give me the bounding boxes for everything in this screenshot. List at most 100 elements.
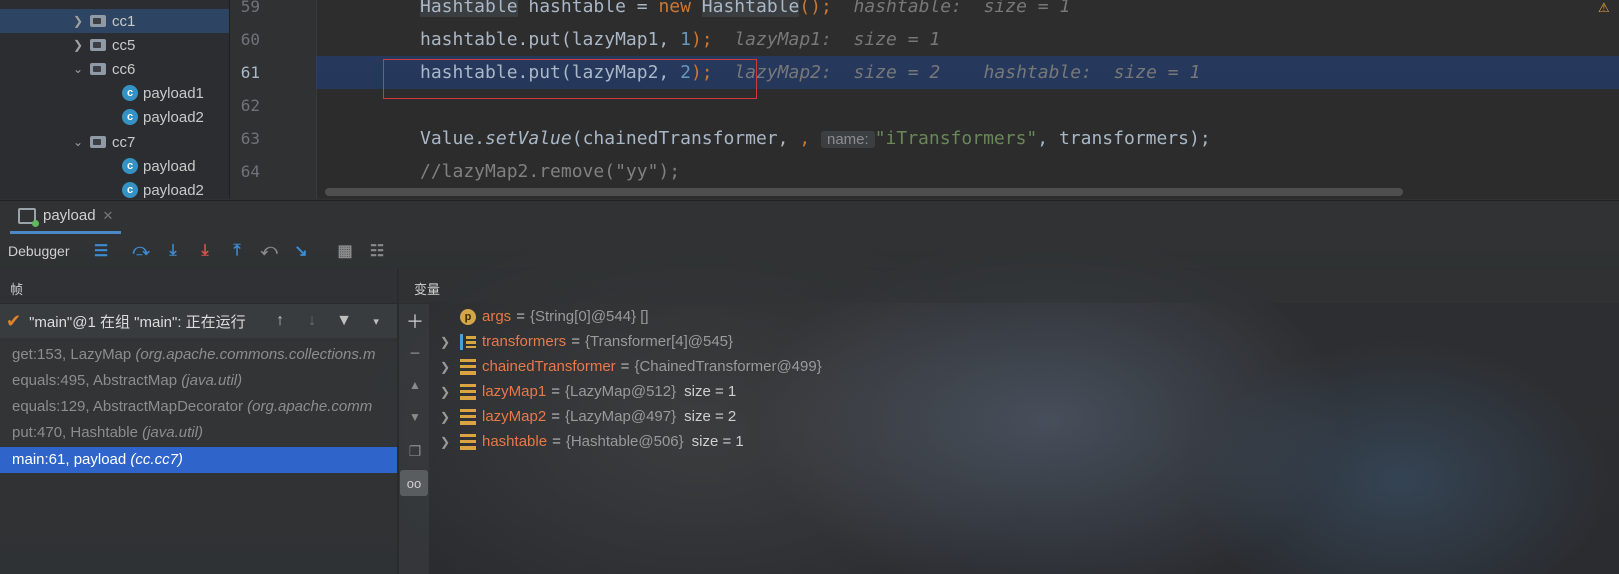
variable-name: lazyMap1 (482, 383, 547, 400)
thread-label: "main"@1 在组 "main": 正在运行 (29, 313, 246, 331)
tree-item-label: payload2 (143, 181, 204, 199)
code-token: ); (690, 29, 713, 50)
tree-item-payload[interactable]: c payload (0, 154, 229, 178)
tree-item-cc1[interactable]: ❯ cc1 (0, 9, 229, 33)
frame-package: (org.apache.commons.collections.m (135, 346, 376, 363)
array-icon (460, 333, 476, 350)
variable-value: {Hashtable@506} (565, 433, 684, 450)
remove-watch-icon[interactable]: − (404, 342, 426, 364)
variable-name: chainedTransformer (482, 358, 616, 375)
trace-icon[interactable]: ☷ (366, 240, 388, 262)
stack-frame[interactable]: put:470, Hashtable (java.util) (0, 420, 397, 446)
tree-item-cc6[interactable]: ⌄ cc6 (0, 57, 229, 81)
arrow-up-icon[interactable]: ↑ (264, 312, 296, 330)
inline-debug-value: lazyMap2: size = 2 hashtable: size = 1 (734, 62, 1201, 83)
check-icon: ✔ (6, 310, 22, 331)
code-method: setValue (485, 128, 572, 149)
chevron-right-icon[interactable]: ❯ (440, 410, 460, 424)
stack-frame[interactable]: get:153, LazyMap (org.apache.commons.col… (0, 342, 397, 368)
thread-selector[interactable]: ✔ "main"@1 在组 "main": 正在运行 ↑ ↓ ▼ ▾ (0, 304, 397, 338)
tree-item-label: cc6 (112, 60, 136, 78)
variable-size: size = 1 (684, 383, 737, 400)
chevron-right-icon[interactable]: ❯ (72, 38, 84, 52)
line-number: 59 (240, 0, 260, 16)
move-up-icon[interactable]: ▲ (404, 374, 426, 396)
variable-row-lazyMap2[interactable]: ❯ lazyMap2 = {LazyMap@497} size = 2 (440, 404, 736, 429)
step-out-icon[interactable]: ⤒ (226, 240, 248, 262)
variable-name: args (482, 308, 512, 325)
add-watch-icon[interactable]: ＋ (404, 310, 426, 332)
tree-item-payload2[interactable]: c payload2 (0, 105, 229, 129)
code-token: ); (690, 62, 713, 83)
frame-method: get:153, LazyMap (12, 346, 132, 363)
show-watches-icon[interactable]: oo (400, 470, 428, 496)
tree-item-label: payload1 (143, 84, 204, 102)
variable-value: {LazyMap@497} (564, 408, 677, 425)
code-token: hashtable = (517, 0, 659, 17)
code-line-59[interactable]: Hashtable hashtable = new Hashtable(); h… (420, 0, 1070, 17)
field-icon (460, 358, 476, 375)
tree-item-label: cc7 (112, 133, 136, 151)
variable-row-lazyMap1[interactable]: ❯ lazyMap1 = {LazyMap@512} size = 1 (440, 379, 736, 404)
variable-row-args[interactable]: p args = {String[0]@544} [] (440, 304, 649, 329)
copy-icon[interactable]: ❐ (404, 440, 426, 462)
code-token: hashtable.put(lazyMap2, (420, 62, 681, 83)
close-icon[interactable]: ✕ (103, 208, 114, 224)
stack-frame[interactable]: equals:495, AbstractMap (java.util) (0, 368, 397, 394)
variable-value: {LazyMap@512} (564, 383, 677, 400)
tab-payload[interactable]: payload ✕ (10, 200, 122, 234)
tree-item-label: cc1 (112, 12, 136, 30)
code-number: 1 (680, 29, 691, 50)
chevron-right-icon[interactable]: ❯ (440, 385, 460, 399)
frame-method: main:61, payload (12, 451, 127, 468)
warning-icon[interactable]: ⚠ (1598, 0, 1610, 16)
editor-horizontal-scrollbar[interactable] (325, 188, 1403, 196)
chevron-down-icon[interactable]: ⌄ (72, 135, 84, 149)
drop-frame-icon[interactable]: ⤺ (258, 240, 280, 262)
run-to-cursor-icon[interactable]: ↘ (290, 240, 312, 262)
frame-package: (org.apache.comm (247, 398, 373, 415)
variable-name: transformers (482, 333, 567, 350)
arrow-down-icon[interactable]: ↓ (296, 312, 328, 330)
tree-item-payload1[interactable]: c payload1 (0, 81, 229, 105)
filter-icon[interactable]: ▼ (328, 312, 360, 330)
chevron-down-icon[interactable]: ⌄ (72, 62, 84, 76)
step-over-icon[interactable]: ⤼ (130, 240, 152, 262)
frame-package: (cc.cc7) (130, 451, 183, 468)
evaluate-expression-icon[interactable]: ▦ (334, 240, 356, 262)
debugger-label[interactable]: Debugger (8, 243, 70, 259)
stack-frame[interactable]: equals:129, AbstractMapDecorator (org.ap… (0, 394, 397, 420)
step-into-icon[interactable]: ⤓ (162, 240, 184, 262)
chevron-right-icon[interactable]: ❯ (440, 435, 460, 449)
tree-item-cc7[interactable]: ⌄ cc7 (0, 130, 229, 154)
chevron-right-icon[interactable]: ❯ (440, 360, 460, 374)
chevron-right-icon[interactable]: ❯ (72, 14, 84, 28)
field-icon (460, 433, 476, 450)
code-line-60[interactable]: hashtable.put(lazyMap1, 1); lazyMap1: si… (420, 29, 940, 50)
line-number: 60 (240, 30, 260, 49)
variable-row-transformers[interactable]: ❯ transformers = {Transformer[4]@545} (440, 329, 733, 354)
run-config-icon (18, 207, 39, 227)
tree-item-payload2[interactable]: c payload2 (0, 178, 229, 199)
code-token: Hashtable (420, 0, 518, 17)
param-icon: p (460, 308, 476, 325)
force-step-into-icon[interactable]: ⤓ (194, 240, 216, 262)
code-line-64[interactable]: //lazyMap2.remove("yy"); (420, 161, 680, 182)
variable-row-hashtable[interactable]: ❯ hashtable = {Hashtable@506} size = 1 (440, 429, 744, 454)
variable-row-chainedTransformer[interactable]: ❯ chainedTransformer = {ChainedTransformer… (440, 354, 822, 379)
layout-menu-icon[interactable]: ☰ (90, 240, 112, 262)
frame-method: equals:129, AbstractMapDecorator (12, 398, 243, 415)
variable-value: {Transformer[4]@545} (584, 333, 734, 350)
class-icon: c (122, 85, 138, 101)
frame-method: put:470, Hashtable (12, 424, 138, 441)
inline-debug-value: hashtable: size = 1 (853, 0, 1071, 17)
field-icon (460, 383, 476, 400)
code-line-63[interactable]: Value.setValue(chainedTransformer, , nam… (420, 128, 1211, 149)
chevron-right-icon[interactable]: ❯ (440, 335, 460, 349)
code-line-61[interactable]: hashtable.put(lazyMap2, 2); lazyMap2: si… (420, 62, 1200, 83)
chevron-down-icon[interactable]: ▾ (360, 315, 392, 328)
move-down-icon[interactable]: ▼ (404, 406, 426, 428)
variables-title: 变量 (414, 282, 441, 297)
tree-item-cc5[interactable]: ❯ cc5 (0, 33, 229, 57)
stack-frame-selected[interactable]: main:61, payload (cc.cc7) (0, 447, 397, 473)
